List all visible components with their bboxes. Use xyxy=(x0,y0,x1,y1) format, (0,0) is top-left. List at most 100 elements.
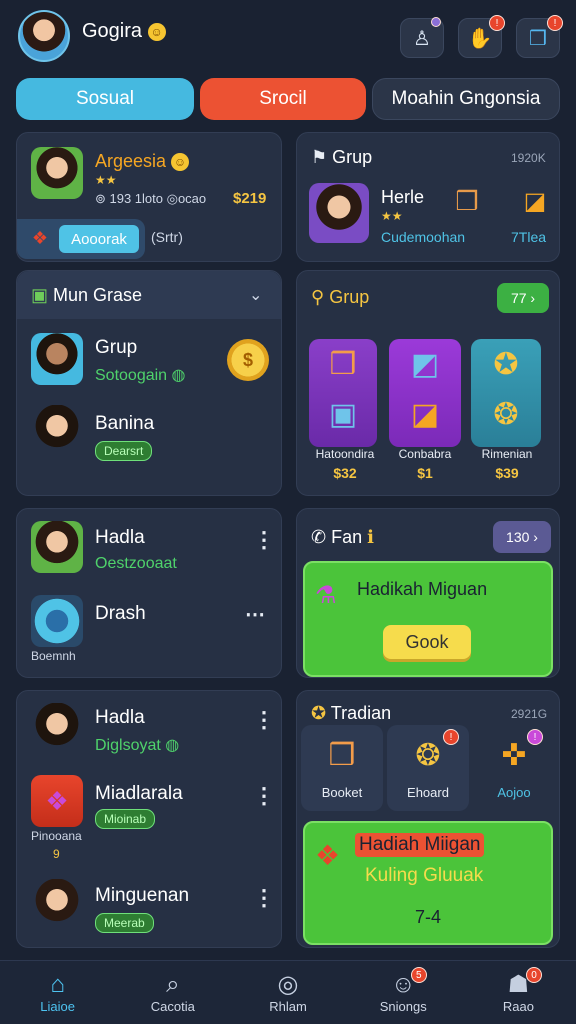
fan-title: ✆ Fan ℹ xyxy=(311,527,374,548)
phone-icon: ✆ xyxy=(311,527,327,547)
nav-explore[interactable]: ◎ Rhlam xyxy=(230,961,345,1024)
list1-item-name: Grup xyxy=(95,337,138,358)
more-vertical-icon[interactable]: ⋮ xyxy=(253,709,275,731)
frame-icon: ◩ xyxy=(410,347,440,381)
book-icon: ❒ xyxy=(529,27,547,50)
item-badge: ! xyxy=(527,729,543,745)
more-vertical-icon[interactable]: ⋮ xyxy=(253,529,275,551)
more-vertical-icon[interactable]: ⋮ xyxy=(253,785,275,807)
fan-counter[interactable]: 130 › xyxy=(493,521,551,553)
tradian-item[interactable]: ✜ Aojoo ! xyxy=(473,725,555,811)
aooorak-button[interactable]: Aooorak xyxy=(59,225,139,253)
tradian-item-label: Aojoo xyxy=(497,785,531,800)
tradian-item[interactable]: ❂ Ehoard ! xyxy=(387,725,469,811)
list1-item-avatar[interactable] xyxy=(31,333,83,385)
item-badge: ! xyxy=(443,729,459,745)
tradian-item-label: Ehoard xyxy=(407,785,449,800)
coin-bag-icon: ✪ xyxy=(493,347,519,381)
list3-item-avatar[interactable] xyxy=(31,703,83,755)
list1-item-avatar[interactable] xyxy=(31,405,83,457)
profile-name: Argeesia ☺ xyxy=(95,151,190,172)
shop-item-price: $39 xyxy=(495,465,519,481)
list3-item-name: Miadlarala xyxy=(95,783,183,804)
notification-dot xyxy=(431,17,441,27)
grup-shop-title-text: Grup xyxy=(329,287,370,307)
profile-side-text: (Srtr) xyxy=(151,229,183,245)
tab-gngonsia[interactable]: Moahin Gngonsia xyxy=(372,78,560,120)
frame-icon: ◪ xyxy=(410,397,440,431)
nav-home[interactable]: ⌂ Liaioe xyxy=(0,961,115,1024)
list2-item-avatar[interactable] xyxy=(31,595,83,647)
list3-item-side: Pinooana xyxy=(31,829,82,843)
profile-card: Argeesia ☺ ★★ ⊚ 193 1loto ◎ocao $219 ❖ A… xyxy=(16,132,282,262)
gift-box-icon[interactable]: ❖ xyxy=(31,775,83,827)
smile-emoji-icon: ☺ xyxy=(147,22,166,41)
mun-grase-card: ▣ Mun Grase ⌄ Grup Sotoogain ◍ $ Banina … xyxy=(16,270,282,496)
grup-count: 1920K xyxy=(511,151,546,165)
inbox-header-button[interactable]: ❒ ! xyxy=(516,15,563,58)
shop-item-label: Hatoondira xyxy=(315,447,375,461)
shop-tile[interactable]: ✪ ❂ xyxy=(471,339,541,447)
rewards-header-button[interactable]: ✋ ! xyxy=(458,15,505,58)
list1-item-sub: Sotoogain ◍ xyxy=(95,365,185,385)
info-icon: ℹ xyxy=(367,527,374,547)
grup-shop-counter[interactable]: 77 › xyxy=(497,283,549,313)
inbox-badge: ! xyxy=(547,15,563,31)
list2-item-sub: Oestzooaat xyxy=(95,555,177,572)
grup-title: ⚑ Grup xyxy=(311,147,372,168)
shop-tile[interactable]: ❒ ▣ xyxy=(309,339,377,447)
profile-amount: $219 xyxy=(233,190,267,207)
leaf-icon: ◍ xyxy=(165,737,180,754)
mun-grase-title-text: Mun Grase xyxy=(53,285,143,305)
tradian-title: ✪ Tradian xyxy=(311,703,391,724)
home-icon: ⌂ xyxy=(50,971,65,998)
grup-member-name: Herle xyxy=(381,187,425,207)
profile-avatar[interactable] xyxy=(31,147,83,199)
hand-icon: ✋ xyxy=(467,27,493,50)
fan-panel-title: Hadikah Miguan xyxy=(357,579,488,599)
gook-button[interactable]: Gook xyxy=(383,625,471,659)
rewards-badge: ! xyxy=(489,15,505,31)
button-label: Aooorak xyxy=(71,230,127,248)
tradian-item[interactable]: ❒ Booket xyxy=(301,725,383,811)
list2-item-name: Hadla xyxy=(95,527,145,548)
list3-item-avatar[interactable] xyxy=(31,879,83,931)
bottom-navigation: ⌂ Liaioe ⌕ Cacotia ◎ Rhlam ☺ 5 Sniongs ☗… xyxy=(0,960,576,1024)
leaf-icon: ◍ xyxy=(171,367,186,384)
tab-srocil[interactable]: Srocil xyxy=(200,78,366,120)
list1-item-pill: Dearsrt xyxy=(95,441,153,461)
crate-icon: ❒ xyxy=(329,347,357,381)
shop-tile[interactable]: ◩ ◪ xyxy=(389,339,461,447)
profile-stats: ⊚ 193 1loto ◎ocao xyxy=(95,191,207,206)
grup-shop-card: ⚲ Grup 77 › ❒ ▣ ◩ ◪ ✪ ❂ Hatoondira $32 C… xyxy=(296,270,560,496)
coin-icon[interactable]: $ xyxy=(227,339,269,381)
tab-sosual[interactable]: Sosual xyxy=(16,78,194,120)
button-label: Gook xyxy=(405,631,449,652)
tradian-item-label: Booket xyxy=(321,785,363,800)
mun-grase-header[interactable]: ▣ Mun Grase ⌄ xyxy=(17,271,281,319)
grup-avatar[interactable] xyxy=(309,183,369,243)
list1-item-name: Banina xyxy=(95,413,155,434)
list2-item-avatar[interactable] xyxy=(31,521,83,573)
tradian-panel-title: Hadiah Miigan xyxy=(355,833,485,857)
tradian-card: ✪ Tradian 2921G ❒ Booket ❂ Ehoard ! ✜ Ao… xyxy=(296,690,560,948)
map-icon: ▣ xyxy=(31,285,49,305)
nav-chat[interactable]: ☺ 5 Sniongs xyxy=(346,961,461,1024)
tradian-count: 2921G xyxy=(511,707,548,721)
tradian-promo-panel[interactable]: ❖ Hadiah Miigan Kuling Gluuak 7-4 xyxy=(303,821,553,945)
nav-profile[interactable]: ☗ 0 Raao xyxy=(461,961,576,1024)
user-avatar[interactable] xyxy=(18,10,70,62)
chevron-down-icon[interactable]: ⌄ xyxy=(249,285,262,305)
friends-card: Hadla Oestzooaat ⋮ Drash Boemnh ⋯ xyxy=(16,508,282,678)
nav-search[interactable]: ⌕ Cacotia xyxy=(115,961,230,1024)
shop-item-label: Rimenian xyxy=(481,447,533,461)
more-horizontal-icon[interactable]: ⋯ xyxy=(245,605,265,625)
profile-action-strip: ❖ Aooorak xyxy=(17,219,145,259)
list3-item-side2: 9 xyxy=(53,847,60,861)
potion-icon: ⚗ xyxy=(315,582,337,609)
nav-label: Cacotia xyxy=(150,999,195,1014)
user-icon: ♙ xyxy=(413,27,431,50)
more-vertical-icon[interactable]: ⋮ xyxy=(253,887,275,909)
mun-grase-title: ▣ Mun Grase xyxy=(31,285,142,306)
profile-header-button[interactable]: ♙ xyxy=(400,17,444,58)
